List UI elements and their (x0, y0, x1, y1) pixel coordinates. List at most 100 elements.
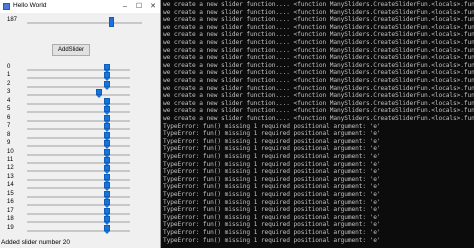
slider-thumb[interactable] (104, 216, 111, 226)
add-slider-button[interactable]: AddSlider (52, 44, 90, 56)
top-slider-track[interactable] (27, 22, 142, 24)
slider-track[interactable] (27, 85, 130, 88)
slider-thumb[interactable] (104, 140, 111, 150)
slider-thumb[interactable] (104, 165, 111, 175)
slider-track[interactable] (27, 221, 130, 224)
console-line: we create a new slider function.... <fun… (163, 46, 474, 54)
slider-track[interactable] (27, 153, 130, 156)
slider-row-label: 10 (7, 148, 14, 155)
console-line: TypeError: fun() missing 1 required posi… (163, 183, 381, 191)
console-line: we create a new slider function.... <fun… (163, 54, 474, 62)
slider-row-label: 1 (7, 72, 11, 79)
console-line: TypeError: fun() missing 1 required posi… (163, 175, 381, 183)
slider-thumb[interactable] (104, 106, 111, 116)
slider-row-label: 11 (7, 156, 14, 163)
slider-thumb[interactable] (96, 89, 103, 99)
console-line: TypeError: fun() missing 1 required posi… (163, 137, 381, 145)
top-slider-thumb[interactable] (108, 17, 114, 27)
maximize-button[interactable]: ☐ (132, 0, 146, 13)
slider-row-label: 7 (7, 123, 11, 130)
close-button[interactable]: ✕ (146, 0, 160, 13)
console-line: TypeError: fun() missing 1 required posi… (163, 160, 381, 168)
slider-track[interactable] (27, 69, 130, 71)
slider-thumb[interactable] (104, 97, 111, 107)
slider-thumb[interactable] (104, 64, 111, 73)
slider-thumb[interactable] (104, 173, 111, 183)
slider-row-label: 17 (7, 207, 14, 214)
slider-track[interactable] (27, 204, 130, 207)
slider-track[interactable] (27, 178, 130, 181)
title-bar[interactable]: Hello World – ☐ ✕ (0, 0, 160, 13)
slider-thumb[interactable] (104, 72, 111, 82)
slider-row-label: 4 (7, 97, 11, 104)
console-line: we create a new slider function.... <fun… (163, 1, 474, 8)
app-icon (3, 3, 10, 10)
slider-row-label: 13 (7, 173, 14, 180)
slider-row-label: 8 (7, 131, 11, 138)
slider-row-label: 14 (7, 182, 14, 189)
console-line: TypeError: fun() missing 1 required posi… (163, 213, 381, 221)
slider-thumb[interactable] (104, 80, 111, 90)
slider-track[interactable] (27, 94, 130, 97)
slider-track[interactable] (27, 170, 130, 173)
slider-track[interactable] (27, 212, 130, 215)
slider-track[interactable] (27, 195, 130, 198)
slider-row-label: 5 (7, 106, 11, 113)
console-line: we create a new slider function.... <fun… (163, 16, 474, 24)
console-line: TypeError: fun() missing 1 required posi… (163, 206, 381, 214)
console-line: TypeError: fun() missing 1 required posi… (163, 229, 381, 236)
slider-thumb[interactable] (104, 123, 111, 133)
console-line: we create a new slider function.... <fun… (163, 84, 474, 92)
console-line: we create a new slider function.... <fun… (163, 92, 474, 100)
console-line: TypeError: fun() missing 1 required posi… (163, 122, 381, 130)
slider-thumb[interactable] (104, 114, 111, 124)
slider-thumb[interactable] (104, 156, 111, 166)
slider-row-label: 12 (7, 165, 14, 172)
window-title: Hello World (13, 2, 47, 9)
slider-row-label: 0 (7, 64, 11, 70)
console-line: we create a new slider function.... <fun… (163, 61, 474, 69)
console-line: TypeError: fun() missing 1 required posi… (163, 153, 381, 160)
slider-thumb[interactable] (104, 224, 111, 234)
console-line: TypeError: fun() missing 1 required posi… (163, 191, 381, 198)
console-line: TypeError: fun() missing 1 required posi… (163, 236, 381, 244)
console-line: we create a new slider function.... <fun… (163, 8, 474, 16)
slider-thumb[interactable] (104, 182, 111, 192)
slider-row-label: 16 (7, 199, 14, 206)
slider-row-label: 6 (7, 114, 11, 121)
console-line: TypeError: fun() missing 1 required posi… (163, 145, 381, 153)
slider-thumb[interactable] (104, 148, 111, 158)
console-window[interactable]: we create a new slider function.... <fun… (161, 0, 474, 248)
slider-track[interactable] (27, 136, 130, 139)
slider-track[interactable] (27, 102, 130, 105)
slider-row-label: 19 (7, 224, 14, 231)
minimize-button[interactable]: – (118, 0, 132, 13)
slider-track[interactable] (27, 111, 130, 114)
slider-thumb[interactable] (104, 199, 111, 209)
slider-thumb[interactable] (104, 190, 111, 200)
hello-world-window: Hello World – ☐ ✕ 187 AddSlider 0 12 34 56 7… (0, 0, 161, 248)
slider-thumb[interactable] (104, 131, 111, 141)
console-line: we create a new slider function.... <fun… (163, 39, 474, 46)
slider-row-label: 18 (7, 216, 14, 223)
console-line: we create a new slider function.... <fun… (163, 115, 474, 122)
slider-row-label: 9 (7, 140, 11, 147)
slider-track[interactable] (27, 161, 130, 164)
console-line: TypeError: fun() missing 1 required posi… (163, 221, 381, 229)
console-line: we create a new slider function.... <fun… (163, 99, 474, 107)
console-line: TypeError: fun() missing 1 required posi… (163, 130, 381, 138)
slider-track[interactable] (27, 77, 130, 80)
slider-track[interactable] (27, 119, 130, 122)
console-line: TypeError: fun() missing 1 required posi… (163, 198, 381, 206)
console-line: we create a new slider function.... <fun… (163, 77, 474, 84)
slider-track[interactable] (27, 229, 130, 232)
slider-track[interactable] (27, 145, 130, 148)
slider-track[interactable] (27, 187, 130, 190)
slider-row-label: 15 (7, 190, 14, 197)
console-line: we create a new slider function.... <fun… (163, 23, 474, 31)
top-slider-value: 187 (7, 17, 18, 23)
slider-track[interactable] (27, 128, 130, 131)
console-line: TypeError: fun() missing 1 required posi… (163, 168, 381, 176)
console-line: we create a new slider function.... <fun… (163, 31, 474, 39)
slider-thumb[interactable] (104, 207, 111, 217)
